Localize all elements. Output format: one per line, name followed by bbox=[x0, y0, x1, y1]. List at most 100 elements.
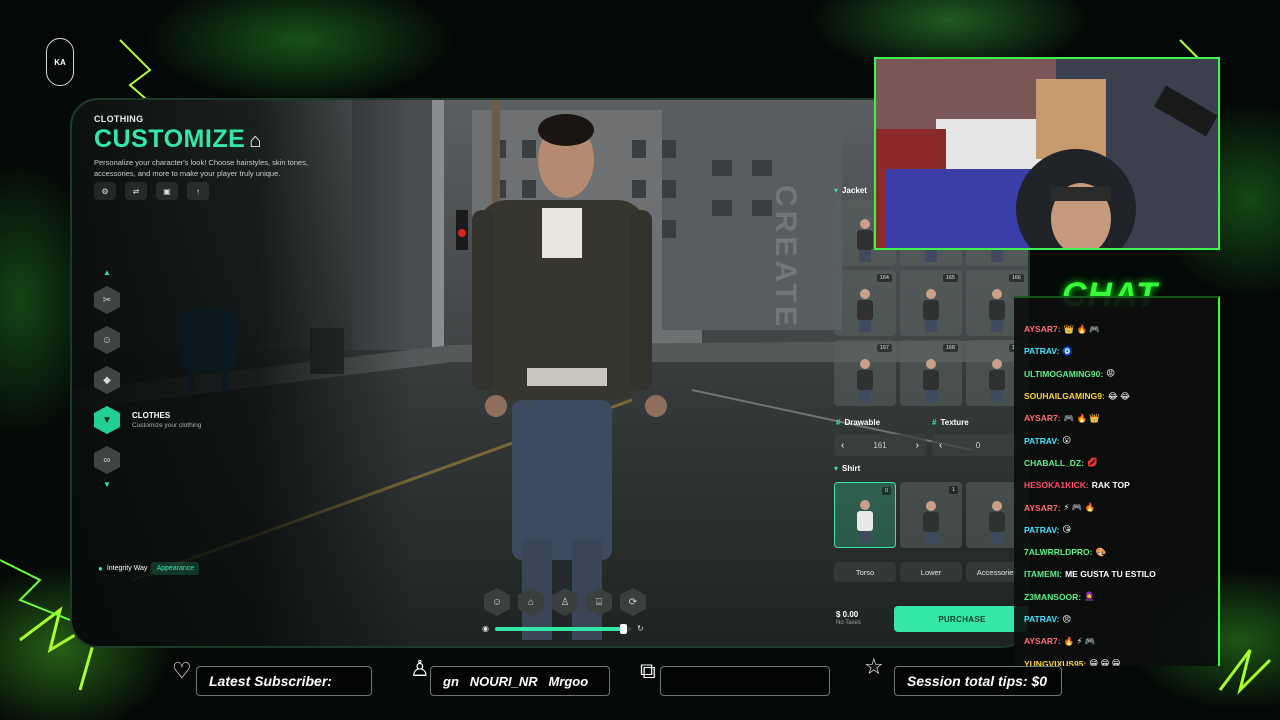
drawable-header: # Drawable bbox=[836, 418, 881, 427]
camera-zoom-slider[interactable] bbox=[494, 623, 631, 634]
category-tabs: Torso Lower Accessories bbox=[834, 562, 1028, 582]
outfit-preview bbox=[857, 359, 873, 402]
chat-text: 😡 bbox=[1106, 368, 1116, 379]
shirt-header: ▾ Shirt bbox=[834, 464, 861, 473]
jacket-tile[interactable]: 168 bbox=[900, 340, 962, 406]
category-item-skin[interactable]: ◆ bbox=[94, 360, 294, 400]
category-item-face[interactable]: ☺ bbox=[94, 320, 294, 360]
price-display: $ 0.00 No Taxes bbox=[836, 610, 861, 626]
camera-zoom-handle[interactable] bbox=[620, 623, 628, 634]
chat-text: ME GUSTA TU ESTILO bbox=[1065, 569, 1156, 580]
tile-number: 168 bbox=[942, 344, 958, 352]
rail-down-arrow-icon[interactable]: ▼ bbox=[94, 480, 120, 492]
chat-username: AYSAR7: bbox=[1024, 502, 1061, 513]
chat-message: CHABALL_DZ: 💋 bbox=[1024, 452, 1218, 474]
image-icon[interactable]: ▣ bbox=[156, 182, 178, 200]
jacket-tile[interactable]: 165 bbox=[900, 270, 962, 336]
chat-text: 😮 bbox=[1062, 435, 1072, 446]
outfit-preview bbox=[989, 501, 1005, 544]
shirt-tile[interactable]: 1 bbox=[900, 482, 962, 548]
chat-message: AYSAR7: 🎮 🔥 👑 bbox=[1024, 407, 1218, 429]
outfit-preview bbox=[923, 289, 939, 332]
share-icon: ⧉ bbox=[640, 658, 656, 683]
channel-logo: KA bbox=[46, 38, 74, 86]
sliders-icon[interactable]: ⚙ bbox=[94, 182, 116, 200]
chat-text: 🔥 ⚡ 🎮 bbox=[1063, 635, 1096, 646]
chat-message: AYSAR7: ⚡ 🎮 🔥 bbox=[1024, 496, 1218, 518]
subscriber-ticker: gn NOURI_NR Mrgoo bbox=[430, 666, 610, 696]
chevron-left-icon[interactable]: ‹ bbox=[939, 440, 942, 451]
chat-text: 💋 bbox=[1086, 457, 1098, 468]
chat-list: AYSAR7: 👑 🔥 🎮 PATRAV: 🧿 ULTIMOGAMING90: 😡 SOUH… bbox=[1024, 318, 1218, 666]
skin-icon: ◆ bbox=[94, 366, 120, 394]
chat-username: AYSAR7: bbox=[1024, 636, 1061, 647]
texture-stepper[interactable]: ‹ 0 › bbox=[932, 434, 1024, 456]
chat-username: SOUHAILGAMING9: bbox=[1024, 391, 1105, 402]
outfit-preview bbox=[989, 289, 1005, 332]
chat-text: 😂 😂 bbox=[1107, 390, 1130, 401]
chat-message: PATRAV: 🧿 bbox=[1024, 340, 1218, 362]
chat-message: Z3MANSOOR: 🧕 bbox=[1024, 586, 1218, 608]
chat-text: 🧕 bbox=[1084, 591, 1095, 602]
chat-text: 🧿 bbox=[1062, 345, 1074, 356]
chat-username: HESOKA1KICK: bbox=[1024, 480, 1089, 491]
reset-icon[interactable]: ↻ bbox=[637, 624, 644, 633]
camera-zoom-fill bbox=[494, 626, 625, 631]
chat-text: 😠 bbox=[1062, 613, 1072, 624]
rail-up-arrow-icon[interactable]: ▲ bbox=[94, 268, 120, 280]
face-icon[interactable]: ☺ bbox=[484, 588, 510, 616]
drawable-stepper[interactable]: ‹ 161 › bbox=[834, 434, 926, 456]
camera-zoom: ◉ ↻ bbox=[482, 623, 644, 634]
chat-text: 😘 bbox=[1062, 524, 1072, 535]
swap-icon[interactable]: ⇌ bbox=[125, 182, 147, 200]
chat-username: ITAMEMI: bbox=[1024, 569, 1063, 580]
hanger-icon[interactable]: ⌂ bbox=[518, 588, 544, 616]
tab-lower[interactable]: Lower bbox=[900, 562, 962, 582]
category-item-glasses[interactable]: ∞ bbox=[94, 440, 294, 480]
chat-username: CHABALL_DZ: bbox=[1024, 457, 1084, 468]
chat-username: AYSAR7: bbox=[1024, 324, 1061, 335]
glasses-icon: ∞ bbox=[94, 446, 120, 474]
category-label: CLOTHES bbox=[132, 411, 171, 420]
tile-number: 164 bbox=[876, 274, 892, 282]
chat-username: AYSAR7: bbox=[1024, 413, 1061, 424]
chevron-right-icon[interactable]: › bbox=[916, 440, 919, 451]
arrow-up-icon[interactable]: ↑ bbox=[187, 182, 209, 200]
jacket-tile[interactable]: 167 bbox=[834, 340, 896, 406]
chat-username: PATRAV: bbox=[1024, 524, 1060, 535]
category-rail: ▲ ✂ ☺ ◆ ▼ CLOTHES Customize your clothin… bbox=[94, 268, 294, 492]
outfit-preview bbox=[989, 359, 1005, 402]
purchase-button[interactable]: PURCHASE bbox=[894, 606, 1028, 632]
shirt-icon: ▾ bbox=[834, 186, 839, 195]
chat-message: PATRAV: 😠 bbox=[1024, 608, 1218, 630]
outfit-preview bbox=[923, 501, 939, 544]
jacket-header: ▾ Jacket bbox=[834, 186, 867, 195]
chat-username: Z3MANSOOR: bbox=[1024, 591, 1082, 602]
jacket-tile[interactable]: 164 bbox=[834, 270, 896, 336]
camera-icon: ◉ bbox=[482, 624, 489, 633]
shirt-tile[interactable]: 0 bbox=[834, 482, 896, 548]
body-icon[interactable]: ♙ bbox=[552, 588, 578, 616]
shirt-tile-grid: 01 bbox=[834, 482, 1028, 548]
outfit-preview bbox=[857, 219, 873, 262]
chat-panel: AYSAR7: 👑 🔥 🎮 PATRAV: 🧿 ULTIMOGAMING90: 😡 SOUH… bbox=[1014, 296, 1220, 666]
hanger-icon: ⌂ bbox=[249, 130, 262, 152]
chat-message: SOUHAILGAMING9: 😂 😂 bbox=[1024, 385, 1218, 407]
chevron-left-icon[interactable]: ‹ bbox=[841, 440, 844, 451]
outfit-preview bbox=[857, 500, 873, 543]
chat-message: PATRAV: 😘 bbox=[1024, 519, 1218, 541]
tile-number: 167 bbox=[876, 344, 892, 352]
webcam-image bbox=[876, 59, 1218, 248]
outfit-preview bbox=[923, 359, 939, 402]
shirt-icon: ▼ bbox=[94, 406, 120, 434]
chat-username: PATRAV: bbox=[1024, 435, 1060, 446]
garage-icon[interactable]: ⌸ bbox=[586, 588, 612, 616]
category-item-clothes[interactable]: ▼ CLOTHES Customize your clothing bbox=[94, 400, 294, 440]
rotate-icon[interactable]: ⟳ bbox=[620, 588, 646, 616]
chat-username: PATRAV: bbox=[1024, 614, 1060, 624]
outfit-preview bbox=[857, 289, 873, 332]
face-icon: ☺ bbox=[94, 326, 120, 354]
category-item-hair[interactable]: ✂ bbox=[94, 280, 294, 320]
chat-message: ULTIMOGAMING90: 😡 bbox=[1024, 363, 1218, 385]
tab-torso[interactable]: Torso bbox=[834, 562, 896, 582]
